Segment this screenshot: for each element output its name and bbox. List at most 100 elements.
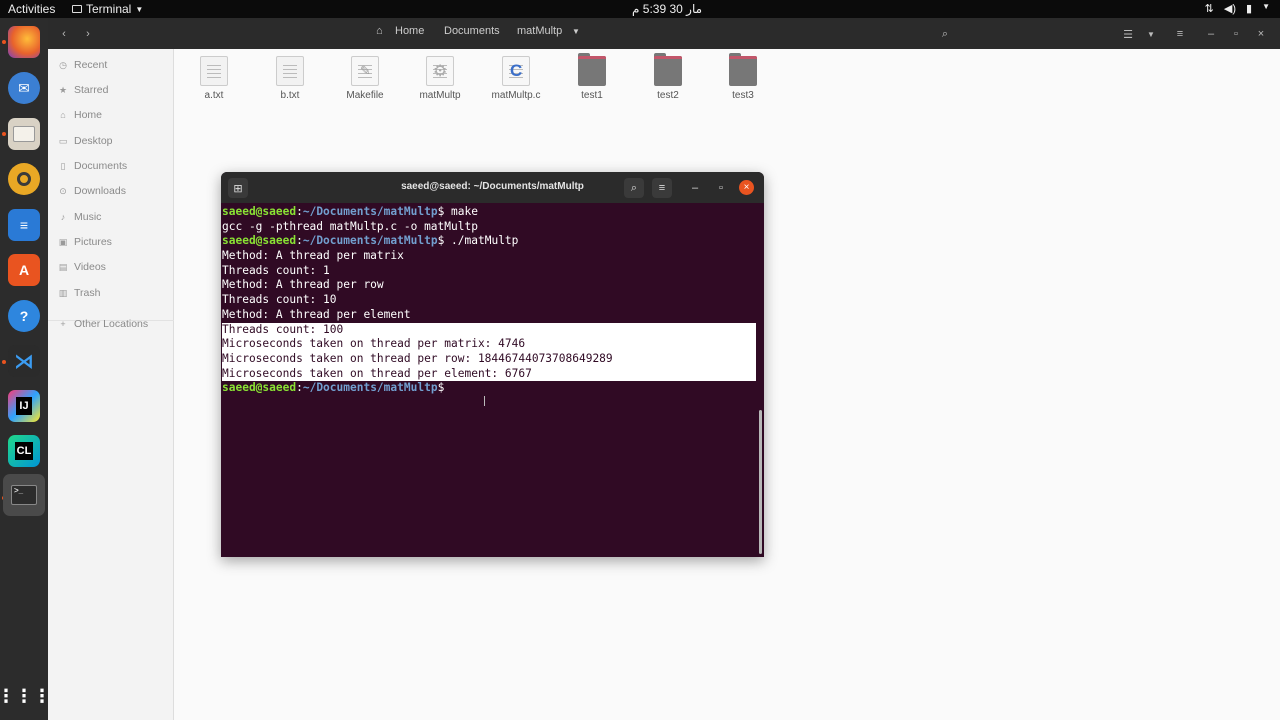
output-line: Threads count: 10 xyxy=(222,293,337,307)
writer-icon[interactable]: ≡ xyxy=(8,209,40,241)
system-tray[interactable]: ⇅ ◀) ▮ ▼ xyxy=(1205,2,1270,15)
clock[interactable]: مار 30 5:39 م xyxy=(632,2,702,16)
file-name: a.txt xyxy=(204,90,224,101)
files-icon[interactable] xyxy=(8,118,40,150)
output-line: Threads count: 1 xyxy=(222,263,330,277)
vscode-icon[interactable]: ⋊ xyxy=(8,345,40,377)
sidebar-item-starred[interactable]: ★ Starred xyxy=(58,84,108,96)
clion-icon[interactable]: CL xyxy=(8,435,40,467)
thunderbird-icon[interactable]: ✉ xyxy=(8,72,40,104)
network-icon: ⇅ xyxy=(1204,3,1214,15)
terminal-output[interactable]: saeed@saeed:~/Documents/matMultp$ make g… xyxy=(222,205,756,555)
maximize-button[interactable]: ▫ xyxy=(1228,24,1244,44)
folder-icon xyxy=(729,53,757,86)
file-item[interactable]: ✎ Makefile xyxy=(330,56,400,101)
selected-output-line: Threads count: 100 xyxy=(222,322,756,338)
sidebar-item-other-locations[interactable]: + Other Locations xyxy=(58,318,148,330)
text-file-icon xyxy=(200,56,228,86)
terminal-scrollbar[interactable] xyxy=(759,410,762,554)
back-button[interactable]: ‹ xyxy=(56,24,72,44)
file-item[interactable]: test3 xyxy=(708,53,778,101)
terminal-title: saeed@saeed: ~/Documents/matMultp xyxy=(401,181,584,192)
output-line: Method: A thread per matrix xyxy=(222,249,404,263)
prompt-line: saeed@saeed:~/Documents/matMultp$ ./matM… xyxy=(222,234,519,248)
sidebar-item-recent[interactable]: ◷ Recent xyxy=(58,59,107,71)
selected-output-line: Microseconds taken on thread per element… xyxy=(222,366,756,382)
file-item[interactable]: b.txt xyxy=(255,56,325,101)
sidebar-item-music[interactable]: ♪ Music xyxy=(58,211,102,223)
sidebar-item-label: Documents xyxy=(74,160,128,172)
menu-icon[interactable]: ≡ xyxy=(1170,24,1190,44)
command-text: ./matMultp xyxy=(451,234,519,248)
search-icon[interactable]: ⌕ xyxy=(624,178,644,198)
sidebar-item-desktop[interactable]: ▭ Desktop xyxy=(58,135,113,147)
sidebar-item-label: Music xyxy=(74,211,102,223)
close-button[interactable]: × xyxy=(739,180,754,195)
sidebar-item-downloads[interactable]: ⊙ Downloads xyxy=(58,185,126,197)
file-name: matMultp xyxy=(419,90,461,101)
help-icon[interactable]: ? xyxy=(8,300,40,332)
forward-button[interactable]: › xyxy=(80,24,96,44)
search-icon[interactable]: ⌕ xyxy=(935,24,955,44)
sidebar-item-label: Videos xyxy=(74,261,106,273)
running-indicator xyxy=(2,360,6,364)
sidebar-item-label: Desktop xyxy=(74,135,113,147)
show-applications-icon[interactable]: ⋮⋮⋮ xyxy=(0,680,51,712)
file-item[interactable]: C matMultp.c xyxy=(481,56,551,101)
selected-output-line: Microseconds taken on thread per row: 18… xyxy=(222,351,756,367)
minimize-button[interactable]: – xyxy=(685,178,705,198)
sidebar-item-label: Starred xyxy=(74,84,109,96)
file-item[interactable]: a.txt xyxy=(179,56,249,101)
picture-icon: ▣ xyxy=(58,236,68,247)
activities-button[interactable]: Activities xyxy=(8,2,55,16)
sidebar-item-pictures[interactable]: ▣ Pictures xyxy=(58,236,112,248)
folder-icon xyxy=(654,53,682,86)
software-center-icon[interactable]: A xyxy=(8,254,40,286)
sidebar-item-videos[interactable]: ▤ Videos xyxy=(58,261,106,273)
breadcrumb-documents[interactable]: Documents xyxy=(444,25,500,37)
battery-icon: ▮ xyxy=(1246,3,1253,15)
file-manager-header: ‹ › ⌂ Home Documents matMultp ▼ ⌕ ☰ ▼ ≡ … xyxy=(48,18,1280,49)
selected-output-line: Microseconds taken on thread per matrix:… xyxy=(222,337,756,352)
file-item[interactable]: test1 xyxy=(557,53,627,101)
sidebar-item-label: Recent xyxy=(74,59,108,71)
maximize-button[interactable]: ▫ xyxy=(711,178,731,198)
file-item[interactable]: ⚙ matMultp xyxy=(405,56,475,101)
text-cursor-icon xyxy=(484,396,485,406)
prompt-line: saeed@saeed:~/Documents/matMultp$ make xyxy=(222,205,478,218)
sidebar-item-label: Downloads xyxy=(74,185,126,197)
top-bar: Activities Terminal ▼ مار 30 5:39 م ⇅ ◀)… xyxy=(0,0,1280,18)
breadcrumb-matmultp[interactable]: matMultp xyxy=(517,25,562,37)
firefox-icon[interactable] xyxy=(8,26,40,58)
menu-icon[interactable]: ≡ xyxy=(652,178,672,198)
home-icon: ⌂ xyxy=(376,25,383,37)
sidebar-item-home[interactable]: ⌂ Home xyxy=(58,109,102,121)
file-name: matMultp.c xyxy=(491,90,541,101)
desktop-icon: ▭ xyxy=(58,135,68,146)
rhythmbox-icon[interactable] xyxy=(8,163,40,195)
dock: ✉ ≡ A ? ⋊ IJ CL >_ ⋮⋮⋮ xyxy=(0,18,51,720)
chevron-down-icon[interactable]: ▼ xyxy=(572,27,580,36)
output-line: gcc -g -pthread matMultp.c -o matMultp xyxy=(222,219,478,233)
list-view-icon[interactable]: ☰ xyxy=(1118,24,1138,44)
terminal-titlebar[interactable]: ⊞ saeed@saeed: ~/Documents/matMultp ⌕ ≡ … xyxy=(221,172,764,203)
running-indicator xyxy=(2,40,6,44)
file-item[interactable]: test2 xyxy=(633,53,703,101)
terminal-window: ⊞ saeed@saeed: ~/Documents/matMultp ⌕ ≡ … xyxy=(221,172,764,557)
chevron-down-icon[interactable]: ▼ xyxy=(1144,24,1158,44)
close-button[interactable]: × xyxy=(1253,24,1269,44)
sidebar: ◷ Recent ★ Starred ⌂ Home ▭ Desktop ▯ Documen… xyxy=(48,49,174,720)
sidebar-item-label: Trash xyxy=(74,287,101,299)
sidebar-item-label: Home xyxy=(74,109,103,121)
minimize-button[interactable]: – xyxy=(1203,24,1219,44)
breadcrumb-home[interactable]: Home xyxy=(395,25,424,37)
chevron-down-icon: ▼ xyxy=(135,4,144,14)
sidebar-item-documents[interactable]: ▯ Documents xyxy=(58,160,128,172)
volume-icon: ◀) xyxy=(1223,3,1237,15)
terminal-icon[interactable]: >_ xyxy=(3,474,45,516)
sidebar-item-trash[interactable]: ▥ Trash xyxy=(58,287,101,299)
intellij-icon[interactable]: IJ xyxy=(8,390,40,422)
app-menu[interactable]: Terminal ▼ xyxy=(72,2,143,16)
star-icon: ★ xyxy=(58,84,68,95)
output-line: Method: A thread per element xyxy=(222,307,411,321)
